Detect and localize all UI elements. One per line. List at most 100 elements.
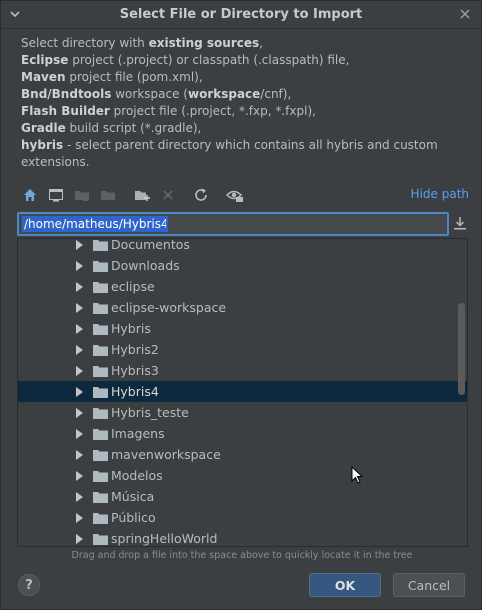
expand-arrow-icon[interactable] (76, 534, 83, 544)
tree-row[interactable]: eclipse-workspace (18, 297, 467, 318)
expand-arrow-icon[interactable] (76, 303, 83, 313)
tree-row-label: Hybris2 (111, 342, 159, 357)
expand-arrow-icon[interactable] (76, 408, 83, 418)
tree-row[interactable]: Downloads (18, 255, 467, 276)
expand-arrow-icon[interactable] (76, 492, 83, 502)
tree-row[interactable]: Hybris_teste (18, 402, 467, 423)
folder-icon (93, 512, 108, 524)
desc-text: , (259, 36, 263, 50)
expand-arrow-icon[interactable] (76, 450, 83, 460)
desc-text: - select parent directory which contains… (21, 138, 438, 169)
tree-row[interactable]: springHelloWorld (18, 528, 467, 546)
folder-icon (93, 281, 108, 293)
folder-icon (93, 323, 108, 335)
tree-row-label: eclipse-workspace (111, 300, 227, 315)
folder-icon (93, 344, 108, 356)
tree-row-label: Documentos (111, 238, 190, 252)
expand-arrow-icon[interactable] (76, 387, 83, 397)
folder-icon (93, 302, 108, 314)
tree-row-label: Música (111, 489, 155, 504)
tree-row[interactable]: mavenworkspace (18, 444, 467, 465)
tree-row-label: Público (111, 510, 156, 525)
folder-icon (93, 260, 108, 272)
description-text: Select directory with existing sources, … (21, 35, 471, 171)
folder-icon (93, 365, 108, 377)
new-folder-icon[interactable] (133, 186, 151, 204)
tree-row[interactable]: Hybris2 (18, 339, 467, 360)
tree-row-label: springHelloWorld (111, 531, 218, 546)
expand-arrow-icon[interactable] (76, 324, 83, 334)
folder-icon (93, 491, 108, 503)
tree-row[interactable]: Hybris (18, 318, 467, 339)
desc-bold: existing sources (148, 36, 260, 50)
drag-drop-hint: Drag and drop a file into the space abov… (71, 550, 413, 561)
folder-icon (93, 239, 108, 251)
expand-arrow-icon[interactable] (76, 366, 83, 376)
desc-bold: Gradle (21, 121, 66, 135)
window-title: Select File or Directory to Import (119, 7, 363, 22)
desc-text: workspace ( (111, 87, 188, 101)
desc-text: Select directory with (21, 36, 149, 50)
tree-row[interactable]: Imagens (18, 423, 467, 444)
desc-bold: workspace (187, 87, 261, 101)
expand-arrow-icon[interactable] (76, 429, 83, 439)
tree-row-label: eclipse (111, 279, 155, 294)
tree-row-label: mavenworkspace (111, 447, 221, 462)
tree-row[interactable]: Modelos (18, 465, 467, 486)
tree-row-label: Hybris_teste (111, 405, 189, 420)
tree-row-label: Hybris4 (111, 384, 159, 399)
desc-text: /cnf), (260, 87, 292, 101)
desktop-icon[interactable] (47, 186, 65, 204)
folder-icon (93, 533, 108, 545)
refresh-icon[interactable] (192, 186, 210, 204)
close-icon[interactable] (459, 8, 471, 20)
delete-icon (159, 186, 177, 204)
tree-row-label: Hybris (111, 321, 151, 336)
tree-row-label: Imagens (111, 426, 165, 441)
file-chooser-toolbar: Hide path (17, 183, 469, 207)
expand-arrow-icon[interactable] (76, 240, 83, 250)
desc-bold: hybris (21, 138, 64, 152)
tree-row-label: Hybris3 (111, 363, 159, 378)
folder-icon (93, 386, 108, 398)
cancel-button[interactable]: Cancel (393, 573, 465, 597)
desc-bold: Maven (21, 70, 66, 84)
show-hidden-icon[interactable] (226, 186, 244, 204)
tree-row[interactable]: Público (18, 507, 467, 528)
path-input[interactable] (22, 216, 168, 232)
folder-icon (93, 470, 108, 482)
tree-row-label: Modelos (111, 468, 163, 483)
expand-arrow-icon[interactable] (76, 345, 83, 355)
desc-text: project file (pom.xml), (65, 70, 203, 84)
expand-arrow-icon[interactable] (76, 282, 83, 292)
tree-row[interactable]: Hybris3 (18, 360, 467, 381)
module-icon (99, 186, 117, 204)
desc-text: project (.project) or classpath (.classp… (68, 53, 350, 67)
expand-arrow-icon[interactable] (76, 261, 83, 271)
tree-row[interactable]: Música (18, 486, 467, 507)
tree-row-label: Downloads (111, 258, 180, 273)
desc-bold: Eclipse (21, 53, 69, 67)
project-icon (73, 186, 91, 204)
tree-row[interactable]: Documentos (18, 238, 467, 255)
title-bar: Select File or Directory to Import (1, 1, 481, 29)
hide-path-link[interactable]: Hide path (411, 187, 469, 201)
download-icon[interactable] (452, 215, 468, 231)
desc-text: build script (*.gradle), (65, 121, 202, 135)
expand-arrow-icon[interactable] (76, 513, 83, 523)
tree-row[interactable]: Hybris4 (18, 381, 467, 402)
home-icon[interactable] (21, 186, 39, 204)
import-dialog: Select File or Directory to Import Selec… (0, 0, 482, 610)
tree-scrollbar[interactable] (458, 303, 465, 395)
directory-tree[interactable]: Documentos Downloads eclipse eclipse-worksp… (17, 238, 468, 547)
ok-button[interactable]: OK (309, 573, 381, 597)
desc-bold: Bnd/Bndtools (21, 87, 112, 101)
tree-row[interactable]: eclipse (18, 276, 467, 297)
help-button[interactable]: ? (18, 574, 40, 596)
folder-icon (93, 407, 108, 419)
folder-icon (93, 449, 108, 461)
expand-arrow-icon[interactable] (76, 471, 83, 481)
desc-text: project file (.project, *.fxp, *.fxpl), (109, 104, 316, 118)
desc-bold: Flash Builder (21, 104, 110, 118)
path-field-frame (17, 212, 449, 236)
